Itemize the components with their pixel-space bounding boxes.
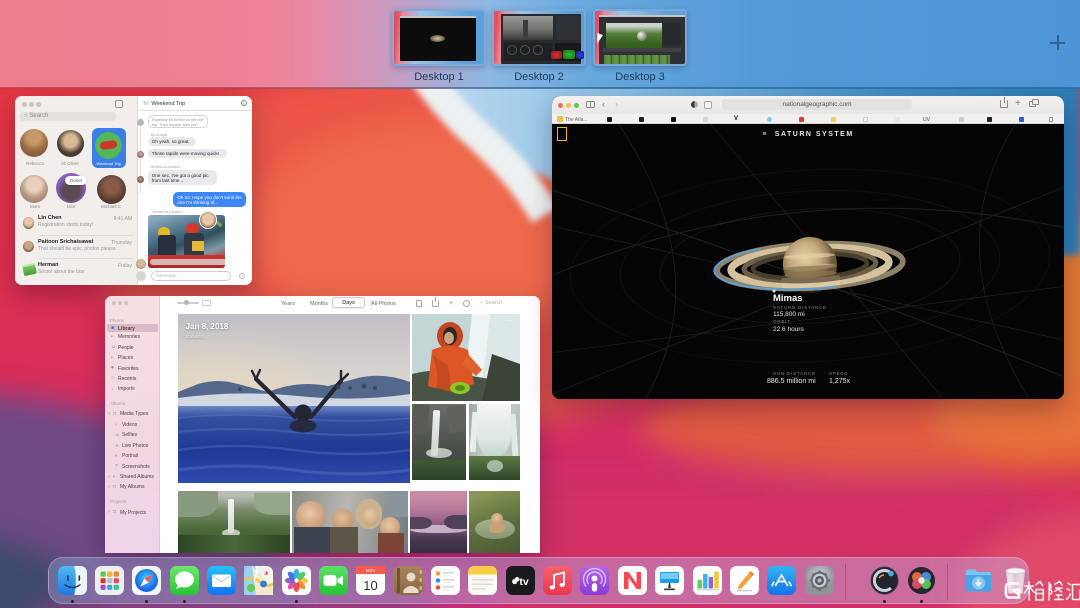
svg-text:tv: tv — [519, 576, 528, 588]
svg-text:10: 10 — [364, 578, 378, 593]
svg-text:NOV: NOV — [366, 568, 376, 573]
